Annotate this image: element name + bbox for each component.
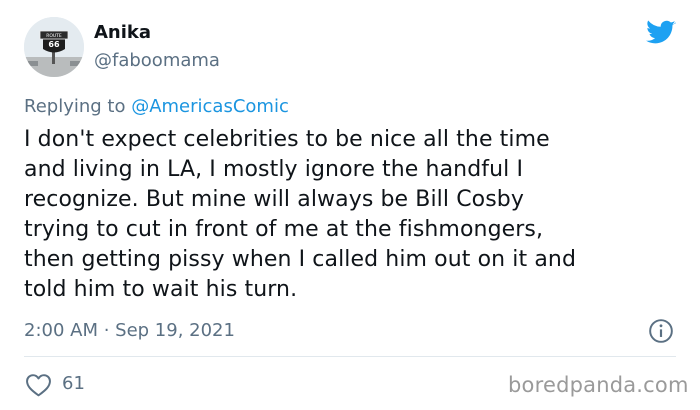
heart-icon[interactable] bbox=[25, 373, 52, 397]
reply-context: Replying to @AmericasComic bbox=[24, 95, 289, 119]
info-icon[interactable] bbox=[648, 318, 674, 344]
tweet-line: I don't expect celebrities to be nice al… bbox=[24, 127, 550, 152]
twitter-bird-icon[interactable] bbox=[646, 20, 676, 46]
avatar-sign-top-text: ROUTE bbox=[46, 33, 62, 39]
tweet-text: I don't expect celebrities to be nice al… bbox=[24, 125, 684, 305]
tweet-line: trying to cut in front of me at the fish… bbox=[24, 217, 544, 242]
tweet-card: ROUTE 66 Anika @faboomama Replying to @A… bbox=[0, 0, 700, 410]
divider bbox=[24, 356, 676, 357]
author-handle[interactable]: @faboomama bbox=[94, 50, 220, 72]
reply-prefix: Replying to bbox=[24, 96, 132, 117]
watermark: boredpanda.com bbox=[508, 373, 689, 397]
avatar-sign-number-text: 66 bbox=[48, 40, 60, 49]
tweet-line: and living in LA, I mostly ignore the ha… bbox=[24, 157, 524, 182]
author-name[interactable]: Anika bbox=[94, 22, 151, 44]
like-count: 61 bbox=[62, 373, 85, 394]
tweet-line: told him to wait his turn. bbox=[24, 277, 298, 302]
tweet-line: then getting pissy when I called him out… bbox=[24, 247, 577, 272]
reply-mention-link[interactable]: @AmericasComic bbox=[131, 96, 289, 117]
tweet-line: recognize. But mine will always be Bill … bbox=[24, 187, 524, 212]
avatar-route66-sign-icon: ROUTE 66 bbox=[24, 17, 84, 77]
avatar[interactable]: ROUTE 66 bbox=[24, 17, 84, 77]
tweet-timestamp[interactable]: 2:00 AM · Sep 19, 2021 bbox=[24, 320, 235, 342]
